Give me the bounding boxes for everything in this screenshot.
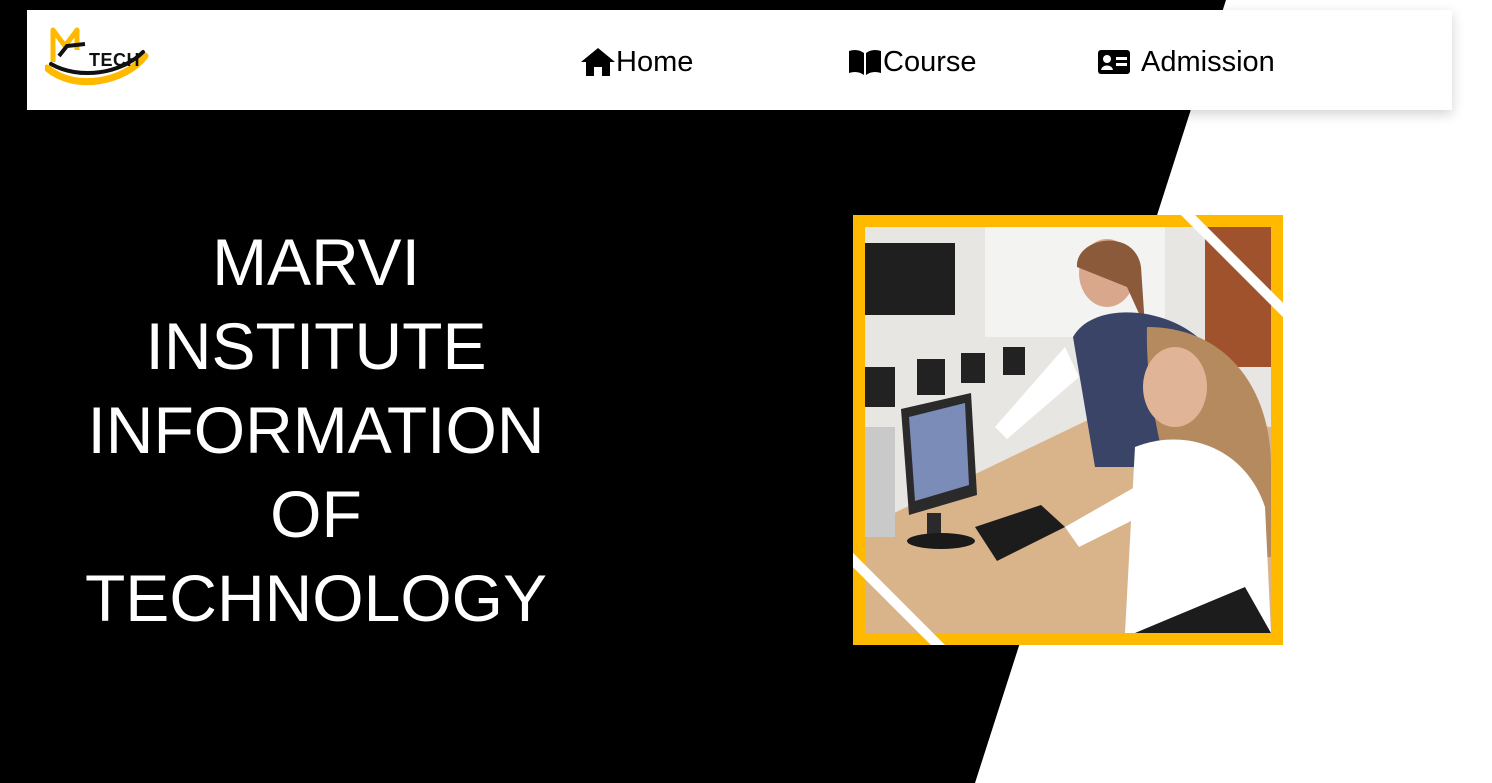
hero-title-line: OF — [270, 477, 362, 551]
home-icon — [581, 48, 615, 76]
hero-image — [865, 227, 1271, 633]
hero-title: MARVI INSTITUTE INFORMATION OF TECHNOLOG… — [60, 220, 572, 640]
nav-item-admission-label: Admission — [1141, 45, 1275, 78]
nav-item-admission[interactable]: Admission — [1097, 46, 1275, 78]
hero-image-frame — [853, 215, 1283, 645]
hero-title-line: INFORMATION — [87, 393, 545, 467]
nav-item-course-label: Course — [883, 45, 977, 78]
hero-title-line: MARVI — [212, 225, 420, 299]
hero-title-line: TECHNOLOGY — [84, 561, 548, 635]
id-card-icon — [1098, 50, 1130, 74]
brand-logo[interactable]: TECH — [43, 22, 151, 98]
nav-item-home[interactable]: Home — [580, 46, 693, 78]
nav-item-home-label: Home — [616, 45, 694, 78]
book-icon — [849, 49, 881, 75]
logo-text: TECH — [89, 50, 140, 70]
nav-item-course[interactable]: Course — [847, 46, 977, 78]
top-navbar: TECH Home Course Admission — [27, 10, 1452, 110]
classroom-photo-icon — [865, 227, 1271, 633]
hero-title-line: INSTITUTE — [145, 309, 487, 383]
